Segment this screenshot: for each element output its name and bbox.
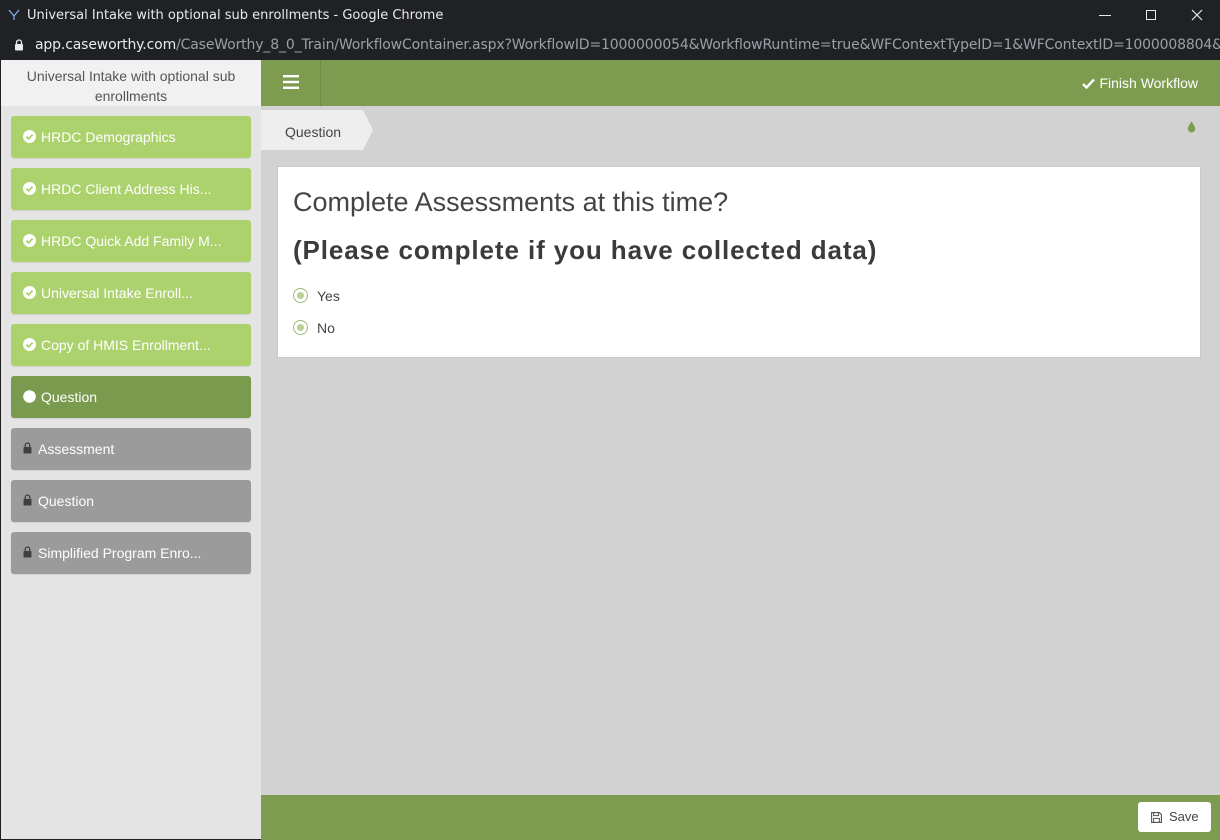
close-icon: [1191, 9, 1203, 21]
finish-workflow-button[interactable]: Finish Workflow: [1082, 75, 1198, 91]
maximize-button[interactable]: [1128, 0, 1174, 31]
breadcrumb: Question: [261, 110, 373, 150]
hamburger-icon: [283, 75, 299, 89]
workflow-sidebar: Universal Intake with optional sub enrol…: [1, 60, 261, 839]
sidebar-step-hrdc-demographics[interactable]: HRDC Demographics: [11, 116, 251, 158]
question-instruction: (Please complete if you have collected d…: [293, 235, 878, 265]
check-circle-icon: [23, 286, 36, 299]
sidebar-step-assessment[interactable]: Assessment: [11, 428, 251, 470]
radio-button[interactable]: [293, 288, 308, 303]
check-circle-icon: [23, 130, 36, 143]
checkmark-icon: [1082, 78, 1096, 90]
question-text: Complete Assessments at this time?: [293, 187, 729, 217]
minimize-icon: [1099, 15, 1111, 16]
sidebar-step-label: Question: [38, 493, 95, 509]
save-label: Save: [1169, 809, 1199, 824]
radio-button[interactable]: [293, 320, 308, 335]
check-circle-icon: [23, 338, 36, 351]
sidebar-step-label: HRDC Demographics: [41, 129, 176, 145]
sidebar-step-client-address-history[interactable]: HRDC Client Address His...: [11, 168, 251, 210]
sidebar-step-label: Assessment: [38, 441, 115, 457]
check-circle-icon: [23, 234, 36, 247]
sidebar-step-simplified-program-enrollment[interactable]: Simplified Program Enro...: [11, 532, 251, 574]
hamburger-menu-button[interactable]: [261, 60, 321, 106]
lock-icon: [15, 39, 23, 51]
circle-icon: [23, 390, 36, 403]
sidebar-step-label: Copy of HMIS Enrollment...: [41, 337, 211, 353]
url-path: /CaseWorthy_8_0_Train/WorkflowContainer.…: [176, 37, 1220, 53]
workflow-top-bar: Finish Workflow: [261, 60, 1220, 106]
floppy-disk-icon: [1151, 812, 1162, 823]
minimize-button[interactable]: [1082, 0, 1128, 31]
sidebar-step-label: Question: [41, 389, 98, 405]
close-window-button[interactable]: [1174, 0, 1220, 31]
url-text[interactable]: app.caseworthy.com/CaseWorthy_8_0_Train/…: [35, 37, 1220, 53]
sidebar-step-quick-add-family[interactable]: HRDC Quick Add Family M...: [11, 220, 251, 262]
sidebar-step-question-active[interactable]: Question: [11, 376, 251, 418]
breadcrumb-label: Question: [285, 124, 342, 140]
droplet-icon[interactable]: [1187, 121, 1196, 133]
radio-label: Yes: [317, 288, 340, 304]
url-host: app.caseworthy.com: [35, 37, 177, 53]
save-button[interactable]: Save: [1138, 802, 1211, 832]
check-circle-icon: [23, 182, 36, 195]
sidebar-step-label: HRDC Quick Add Family M...: [41, 233, 222, 249]
lock-icon: [23, 442, 32, 454]
sidebar-step-hmis-enrollment[interactable]: Copy of HMIS Enrollment...: [11, 324, 251, 366]
lock-icon: [23, 546, 32, 558]
finish-workflow-label: Finish Workflow: [1099, 75, 1198, 91]
sidebar-step-question-locked[interactable]: Question: [11, 480, 251, 522]
radio-label: No: [317, 320, 335, 336]
lock-icon: [23, 494, 32, 506]
app-logo-icon: [8, 9, 20, 20]
address-bar[interactable]: app.caseworthy.com/CaseWorthy_8_0_Train/…: [0, 31, 1220, 60]
workflow-title: Universal Intake with optional sub enrol…: [1, 60, 261, 106]
maximize-icon: [1146, 10, 1156, 20]
main-content: Question Complete Assessments at this ti…: [261, 106, 1220, 795]
sidebar-step-label: HRDC Client Address His...: [41, 181, 212, 197]
sidebar-step-label: Simplified Program Enro...: [38, 545, 202, 561]
window-title: Universal Intake with optional sub enrol…: [27, 8, 444, 23]
workflow-footer: Save: [261, 795, 1220, 840]
browser-title-bar: Universal Intake with optional sub enrol…: [0, 0, 1220, 31]
question-card: Complete Assessments at this time? (Plea…: [277, 166, 1201, 358]
sidebar-step-universal-intake-enrollment[interactable]: Universal Intake Enroll...: [11, 272, 251, 314]
sidebar-step-label: Universal Intake Enroll...: [41, 285, 193, 301]
